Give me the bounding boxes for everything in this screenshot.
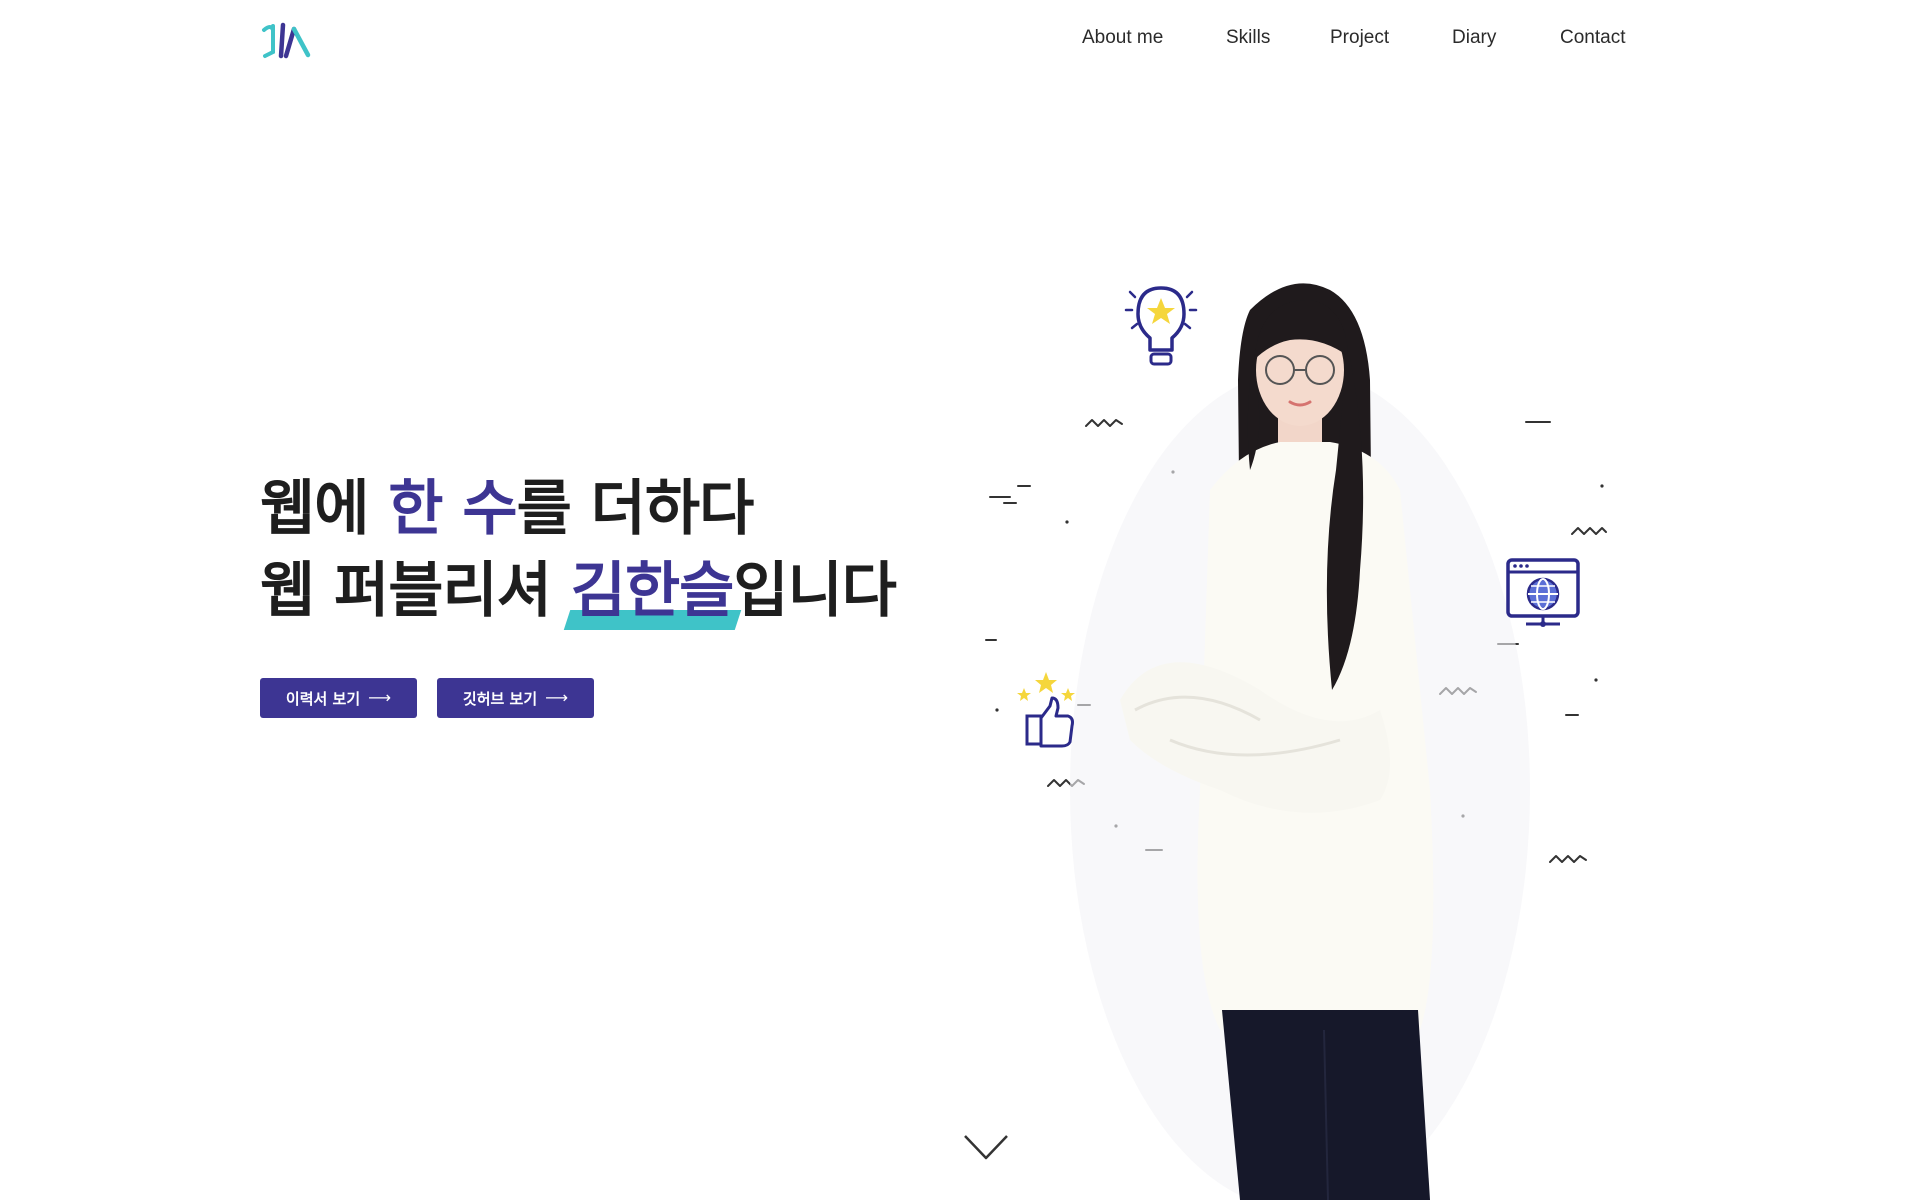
scroll-down-button[interactable] [963,1132,1009,1162]
nav-about-me[interactable]: About me [1082,27,1163,49]
headline-accent: 한 수 [388,474,517,544]
nav-project[interactable]: Project [1330,27,1389,49]
author-name: 김한슬 [570,556,735,626]
thumbs-up-icon [1017,672,1075,748]
headline-text: 웹에 [260,474,389,544]
chevron-down-icon [964,1135,1008,1160]
decorative-doodles [985,283,1607,1200]
main-nav: About me Skills Project Diary Contact [1000,27,1700,53]
nav-skills[interactable]: Skills [1226,27,1270,49]
hero-headline: 웹에 한 수를 더하다 웹 퍼블리셔 김한슬입니다 [260,468,960,632]
kh-monogram-logo-icon [262,22,311,59]
web-monitor-icon [1506,558,1580,627]
nav-contact[interactable]: Contact [1560,27,1625,49]
arrow-right-icon: ⟶ [545,688,569,707]
headline-text: 웹 퍼블리셔 [260,556,571,626]
headline-line-2: 웹 퍼블리셔 김한슬입니다 [260,550,960,632]
lightbulb-icon [1124,286,1198,366]
headline-text: 를 더하다 [516,474,755,544]
name-highlight: 김한슬 [563,550,741,632]
button-label: 이력서 보기 [285,689,361,708]
arrow-right-icon: ⟶ [368,688,392,707]
nav-diary[interactable]: Diary [1452,27,1496,49]
headline-line-1: 웹에 한 수를 더하다 [260,468,960,550]
view-github-button[interactable]: 깃허브 보기 ⟶ [437,678,594,718]
hero-illustration [960,270,1620,1200]
headline-text: 입니다 [733,556,897,626]
site-logo[interactable] [261,22,313,60]
portrait-figure [1070,283,1530,1200]
landing-page: About me Skills Project Diary Contact 웹에… [0,0,1920,1200]
button-label: 깃허브 보기 [462,689,538,708]
view-resume-button[interactable]: 이력서 보기 ⟶ [260,678,417,718]
